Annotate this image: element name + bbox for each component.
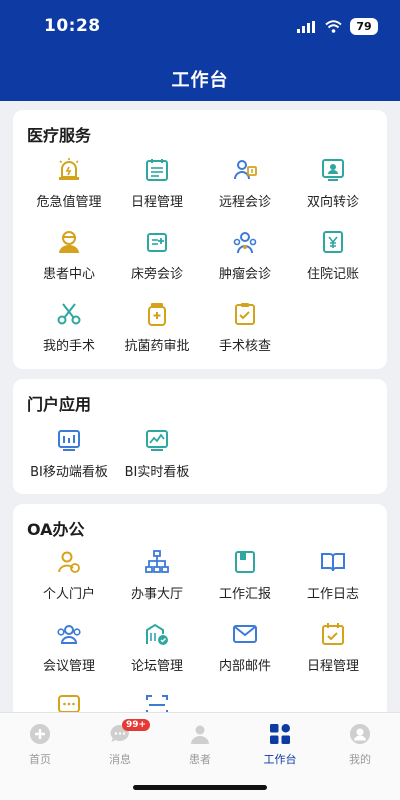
- grid-item-label: 日程管理: [306, 659, 359, 674]
- tab-profile[interactable]: 我的: [320, 721, 400, 771]
- medicine-bottle-icon: [142, 299, 172, 329]
- battery-indicator: 79: [350, 18, 378, 35]
- surgery-check-icon: [230, 299, 260, 329]
- grid-item-antibiotic-approval[interactable]: 抗菌药审批: [113, 299, 201, 359]
- grid-item-bi-mobile-dashboard[interactable]: BI移动端看板: [25, 425, 113, 485]
- report-book-icon: [230, 547, 260, 577]
- grid-item-internal-mail[interactable]: 内部邮件: [201, 619, 289, 679]
- section-title: 医疗服务: [27, 126, 92, 145]
- bi-realtime-icon: [142, 425, 172, 455]
- grid-item-label: 内部邮件: [218, 659, 271, 674]
- section-title: OA办公: [27, 520, 85, 539]
- grid-item-work-log[interactable]: 工作日志: [289, 547, 377, 607]
- grid-item-personal-portal[interactable]: 个人门户: [25, 547, 113, 607]
- grid-item-work-report[interactable]: 工作汇报: [201, 547, 289, 607]
- grid-item-surgery-check[interactable]: 手术核查: [201, 299, 289, 359]
- remote-consult-icon: [230, 155, 260, 185]
- org-chart-icon: [142, 547, 172, 577]
- grid-item-critical-value[interactable]: 危急值管理: [25, 155, 113, 215]
- grid-item-label: 危急值管理: [36, 195, 102, 210]
- tab-label: 首页: [29, 753, 51, 766]
- wifi-icon: [325, 20, 342, 33]
- unread-badge: 99+: [122, 719, 151, 731]
- grid-item-label: 日程管理: [130, 195, 183, 210]
- tab-label: 患者: [189, 753, 211, 766]
- grid-item-referral[interactable]: 双向转诊: [289, 155, 377, 215]
- tab-messages[interactable]: 99+ 消息: [80, 719, 160, 771]
- grid-item-bi-realtime-dashboard[interactable]: BI实时看板: [113, 425, 201, 485]
- scissors-icon: [54, 299, 84, 329]
- bi-dashboard-icon: [54, 425, 84, 455]
- profile-icon: [347, 721, 373, 747]
- grid-item-label: BI实时看板: [124, 465, 190, 480]
- tab-home[interactable]: 首页: [0, 721, 80, 771]
- grid-item-label: 我的手术: [42, 339, 95, 354]
- calendar-list-icon: [142, 155, 172, 185]
- grid-item-remote-consult[interactable]: 远程会诊: [201, 155, 289, 215]
- patient-icon: [54, 227, 84, 257]
- tab-label: 我的: [349, 753, 371, 766]
- home-icon: [27, 721, 53, 747]
- tab-workbench[interactable]: 工作台: [240, 721, 320, 771]
- grid-item-partial-1[interactable]: [25, 692, 113, 713]
- grid-item-label: BI移动端看板: [30, 465, 108, 480]
- grid-item-label: 论坛管理: [130, 659, 183, 674]
- patient-tab-icon: [187, 721, 213, 747]
- workbench-icon: [267, 721, 293, 747]
- grid-item-label: 工作汇报: [218, 587, 271, 602]
- status-icons: 79: [297, 18, 378, 35]
- grid-item-label: 手术核查: [218, 339, 271, 354]
- mail-icon: [230, 619, 260, 649]
- grid-item-label: 床旁会诊: [130, 267, 183, 282]
- calendar-icon: [318, 619, 348, 649]
- meeting-group-icon: [54, 619, 84, 649]
- grid-item-inpatient-billing[interactable]: 住院记账: [289, 227, 377, 287]
- forum-building-icon: [142, 619, 172, 649]
- page-title: 工作台: [171, 70, 229, 91]
- grid-item-label: 工作日志: [306, 587, 359, 602]
- grid-item-patient-center[interactable]: 患者中心: [25, 227, 113, 287]
- tab-patients[interactable]: 患者: [160, 721, 240, 771]
- grid-item-label: 住院记账: [306, 267, 359, 282]
- tab-label: 消息: [109, 753, 131, 766]
- grid-item-label: 肿瘤会诊: [218, 267, 271, 282]
- grid-item-label: 远程会诊: [218, 195, 271, 210]
- oa-office-card: OA办公 个人门户 办事大厅 工作汇报 工作日志 会议管理 论坛管理 内部邮件 …: [13, 504, 387, 719]
- open-book-icon: [318, 547, 348, 577]
- section-title: 门户应用: [27, 395, 92, 414]
- status-time: 10:28: [44, 16, 101, 36]
- grid-item-partial-2[interactable]: [113, 692, 201, 715]
- grid-item-label: 个人门户: [42, 587, 95, 602]
- grid-item-label: 患者中心: [42, 267, 95, 282]
- signal-icon: [297, 20, 315, 33]
- personal-portal-icon: [54, 547, 84, 577]
- billing-yen-icon: [318, 227, 348, 257]
- home-indicator: [133, 785, 267, 790]
- alarm-light-icon: [54, 155, 84, 185]
- medical-services-card: 医疗服务 危急值管理 日程管理 远程会诊 双向转诊 患者中心 床旁会诊 肿瘤会诊…: [13, 110, 387, 369]
- grid-item-forum-management[interactable]: 论坛管理: [113, 619, 201, 679]
- grid-item-service-hall[interactable]: 办事大厅: [113, 547, 201, 607]
- grid-item-bedside-consult[interactable]: 床旁会诊: [113, 227, 201, 287]
- grid-item-label: 会议管理: [42, 659, 95, 674]
- grid-item-tumor-consult[interactable]: 肿瘤会诊: [201, 227, 289, 287]
- bedside-card-icon: [142, 227, 172, 257]
- portal-apps-card: 门户应用 BI移动端看板 BI实时看板: [13, 379, 387, 494]
- tab-label: 工作台: [263, 753, 297, 766]
- grid-item-oa-schedule[interactable]: 日程管理: [289, 619, 377, 679]
- app-header: 10:28 79 工作台: [0, 0, 400, 101]
- grid-item-meeting-management[interactable]: 会议管理: [25, 619, 113, 679]
- referral-monitor-icon: [318, 155, 348, 185]
- grid-item-schedule[interactable]: 日程管理: [113, 155, 201, 215]
- grid-item-label: 抗菌药审批: [124, 339, 190, 354]
- grid-item-my-surgery[interactable]: 我的手术: [25, 299, 113, 359]
- grid-item-label: 双向转诊: [306, 195, 359, 210]
- tumor-consult-icon: [230, 227, 260, 257]
- status-bar: 10:28 79: [0, 0, 400, 56]
- grid-item-label: 办事大厅: [130, 587, 183, 602]
